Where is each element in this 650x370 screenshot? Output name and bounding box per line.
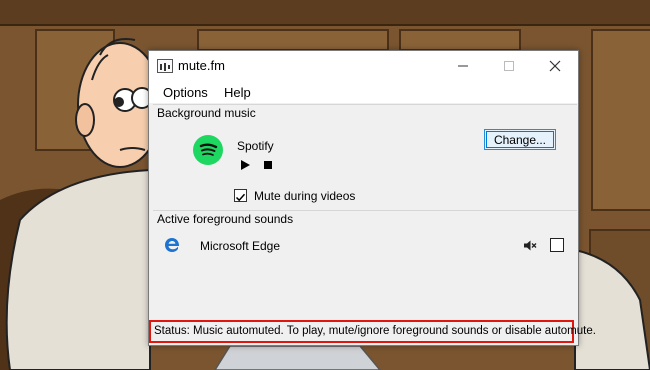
foreground-sounds-label: Active foreground sounds [157, 212, 294, 226]
title-bar[interactable]: mute.fm [149, 51, 578, 81]
divider [153, 210, 577, 211]
change-button[interactable]: Change... [484, 129, 556, 150]
maximize-button[interactable] [486, 51, 532, 81]
foreground-app-name: Microsoft Edge [200, 239, 281, 253]
checkmark-icon [235, 193, 246, 202]
menu-options[interactable]: Options [157, 85, 214, 100]
minimize-button[interactable] [440, 51, 486, 81]
mute-during-videos-checkbox[interactable] [234, 189, 247, 202]
ignore-checkbox[interactable] [550, 238, 564, 252]
app-icon [157, 59, 173, 73]
status-text: Status: Music automuted. To play, mute/i… [154, 325, 596, 337]
background-music-label: Background music [157, 106, 256, 120]
window-title: mute.fm [178, 58, 225, 73]
player-name: Spotify [237, 139, 274, 153]
play-icon[interactable] [241, 160, 250, 170]
stop-icon[interactable] [264, 161, 272, 169]
menu-help[interactable]: Help [218, 85, 257, 100]
mutefm-window: mute.fm Options Help Background music Sp… [148, 50, 596, 346]
spotify-icon [193, 135, 223, 165]
minimize-icon [458, 65, 468, 67]
menu-bar: Options Help [149, 81, 578, 103]
status-bar: Status: Music automuted. To play, mute/i… [149, 320, 596, 343]
edge-icon [165, 238, 180, 252]
speaker-muted-icon[interactable] [524, 240, 537, 251]
close-icon [549, 60, 561, 72]
mute-during-videos-label[interactable]: Mute during videos [254, 189, 355, 203]
close-button[interactable] [532, 51, 578, 81]
maximize-icon [504, 61, 514, 71]
divider [153, 104, 577, 105]
